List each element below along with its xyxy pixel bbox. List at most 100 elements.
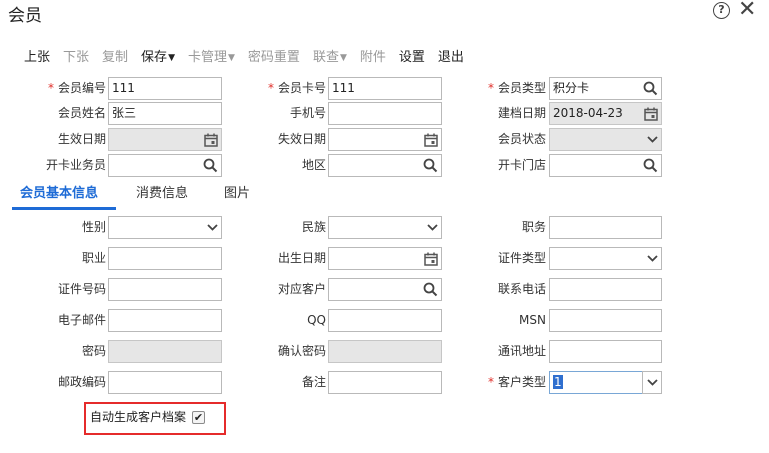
mobile-field[interactable] [328,102,442,125]
settings-button[interactable]: 设置 [399,49,425,67]
help-icon[interactable]: ? [713,2,730,19]
address-field[interactable] [549,340,662,363]
chevron-down-icon [427,217,438,238]
required-marker: * [267,81,274,95]
member-name-field[interactable]: 张三 [108,102,222,125]
calendar-icon[interactable] [204,129,218,150]
phone-label: 联系电话 [497,282,546,296]
email-label: 电子邮件 [57,313,106,327]
gender-label: 性别 [81,220,106,234]
position-field[interactable] [549,216,662,239]
calendar-icon[interactable] [424,248,438,269]
remark-field[interactable] [328,371,442,394]
tab-bar: 会员基本信息 消费信息 图片 [12,183,757,211]
password-reset-button[interactable]: 密码重置 [248,49,300,67]
customer-type-label: * 客户类型 [487,375,546,389]
confirm-password-field [328,340,442,363]
linked-query-button[interactable]: 联查▼ [313,49,347,67]
auto-archive-checkbox[interactable]: ✔ [192,411,205,424]
card-manage-button[interactable]: 卡管理▼ [188,49,235,67]
attachment-button[interactable]: 附件 [360,49,386,67]
window-title: 会员 [8,6,42,26]
toolbar: 上张 下张 复制 保存▼ 卡管理▼ 密码重置 联查▼ 附件 设置 退出 [24,49,477,67]
occupation-field[interactable] [108,247,222,270]
qq-field[interactable] [328,309,442,332]
chevron-down-icon [647,129,658,150]
member-status-label: 会员状态 [497,132,546,146]
tab-pictures[interactable]: 图片 [224,183,250,205]
msn-label: MSN [519,313,546,327]
card-store-label: 开卡门店 [497,158,546,172]
copy-button[interactable]: 复制 [102,49,128,67]
postcode-field[interactable] [108,371,222,394]
ethnicity-label: 民族 [301,220,326,234]
tab-basic-info[interactable]: 会员基本信息 [20,183,98,205]
qq-label: QQ [307,313,326,327]
search-icon[interactable] [423,279,438,300]
id-type-select[interactable] [549,247,662,270]
card-clerk-field[interactable] [108,154,222,177]
customer-type-value: 1 [553,375,563,389]
id-type-label: 证件类型 [497,251,546,265]
id-no-label: 证件号码 [57,282,106,296]
effective-date-label: 生效日期 [57,132,106,146]
id-no-field[interactable] [108,278,222,301]
save-button[interactable]: 保存▼ [141,49,175,67]
customer-type-select[interactable]: 1 [549,371,643,394]
member-type-field[interactable]: 积分卡 [549,77,662,100]
required-marker: * [487,375,494,389]
member-status-select [549,128,662,151]
gender-select[interactable] [108,216,222,239]
search-icon[interactable] [643,155,658,176]
next-button[interactable]: 下张 [63,49,89,67]
chevron-down-icon: ▼ [339,53,347,63]
confirm-password-label: 确认密码 [277,344,326,358]
prev-button[interactable]: 上张 [24,49,50,67]
occupation-label: 职业 [81,251,106,265]
effective-date-field [108,128,222,151]
card-store-field[interactable] [549,154,662,177]
birth-date-label: 出生日期 [277,251,326,265]
member-type-label: * 会员类型 [487,81,546,95]
ethnicity-select[interactable] [328,216,442,239]
password-field [108,340,222,363]
active-tab-indicator [12,207,116,210]
auto-archive-label: 自动生成客户档案 [90,410,187,424]
search-icon[interactable] [423,155,438,176]
password-label: 密码 [81,344,106,358]
close-icon[interactable]: ✕ [738,0,756,22]
postcode-label: 邮政编码 [57,375,106,389]
card-no-field[interactable]: 111 [328,77,442,100]
expire-date-field[interactable] [328,128,442,151]
member-no-label: * 会员编号 [47,81,106,95]
msn-field[interactable] [549,309,662,332]
chevron-down-icon [647,248,658,269]
email-field[interactable] [108,309,222,332]
region-field[interactable] [328,154,442,177]
title-bar: 会员 ? ✕ [0,0,769,26]
customer-label: 对应客户 [277,282,326,296]
search-icon[interactable] [643,78,658,99]
member-name-label: 会员姓名 [57,106,106,120]
address-label: 通讯地址 [497,344,546,358]
search-icon[interactable] [203,155,218,176]
required-marker: * [487,81,494,95]
exit-button[interactable]: 退出 [438,49,464,67]
required-marker: * [47,81,54,95]
customer-field[interactable] [328,278,442,301]
member-type-value: 积分卡 [553,81,590,95]
created-date-value: 2018-04-23 [553,106,623,120]
phone-field[interactable] [549,278,662,301]
calendar-icon[interactable] [424,129,438,150]
card-clerk-label: 开卡业务员 [45,158,106,172]
chevron-down-icon [207,217,218,238]
birth-date-field[interactable] [328,247,442,270]
created-date-field: 2018-04-23 [549,102,662,125]
tab-consumption-info[interactable]: 消费信息 [136,183,188,205]
expire-date-label: 失效日期 [277,132,326,146]
region-label: 地区 [301,158,326,172]
customer-type-dropdown-button[interactable] [642,371,662,394]
member-no-field[interactable]: 111 [108,77,222,100]
chevron-down-icon: ▼ [228,53,235,63]
calendar-icon [644,103,658,124]
